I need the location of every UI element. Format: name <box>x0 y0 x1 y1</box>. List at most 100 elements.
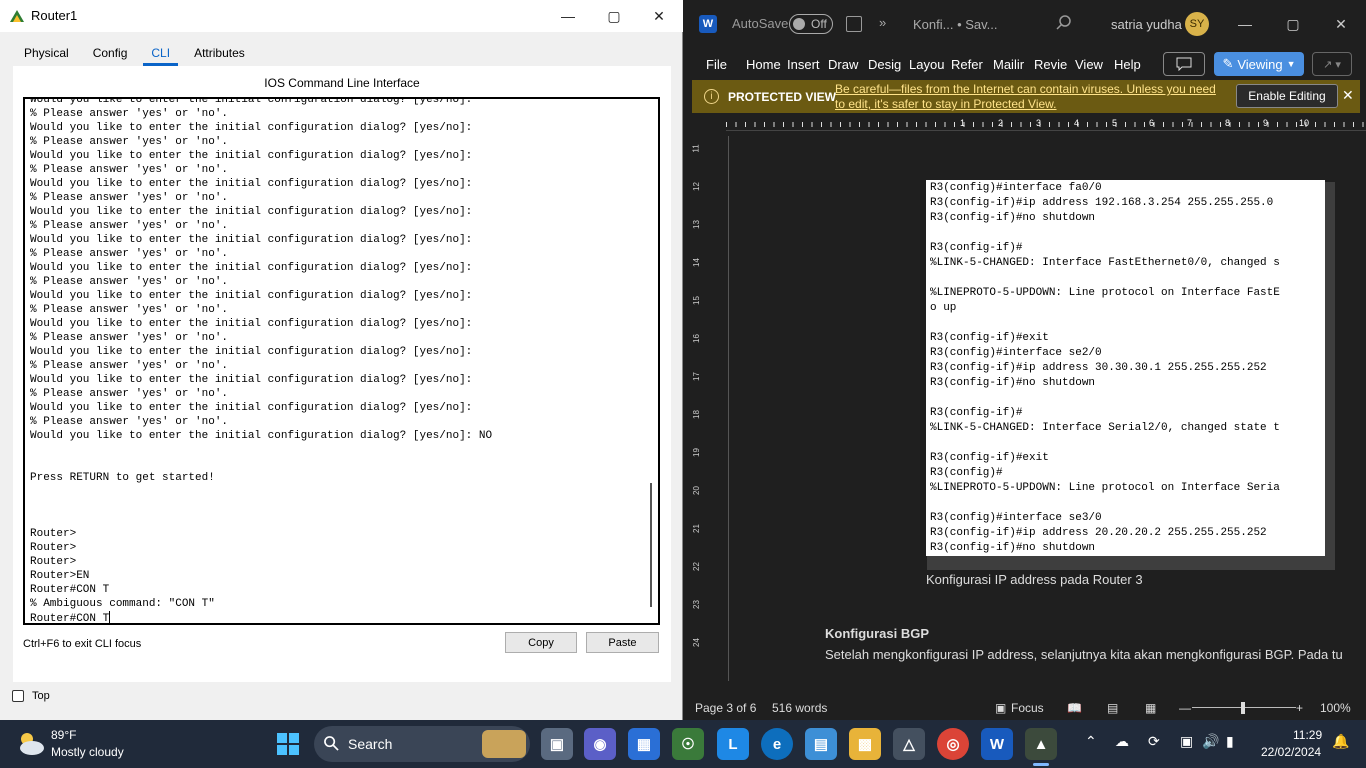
top-checkbox[interactable]: Top <box>12 690 50 702</box>
save-icon[interactable] <box>846 16 862 32</box>
cli-line: Router#CON T <box>30 611 111 625</box>
cli-line: % Please answer 'yes' or 'no'. <box>30 388 229 400</box>
menu-view[interactable]: View <box>1075 57 1103 72</box>
search-icon[interactable] <box>1056 15 1072 31</box>
clock-date[interactable]: 22/02/2024 <box>1261 745 1321 759</box>
menu-layout[interactable]: Layou <box>909 57 944 72</box>
comment-button[interactable] <box>1163 52 1205 76</box>
image-text-line: R3(config-if)#no shutdown <box>930 377 1096 389</box>
menu-home[interactable]: Home <box>746 57 781 72</box>
weather-desc[interactable]: Mostly cloudy <box>51 745 124 759</box>
active-app-indicator <box>1033 763 1049 766</box>
minimize-button[interactable]: — <box>545 0 591 32</box>
more-commands-icon[interactable]: » <box>879 15 886 30</box>
volume-icon[interactable]: 🔊 <box>1202 733 1219 750</box>
display-icon[interactable]: ▣ <box>1180 733 1193 750</box>
notification-bell-icon[interactable]: 🔔 <box>1332 733 1349 750</box>
cli-line: Would you like to enter the initial conf… <box>30 97 473 106</box>
menu-references[interactable]: Refer <box>951 57 983 72</box>
start-icon[interactable] <box>272 728 304 760</box>
taskbar: 89°F Mostly cloudy Search ▣ ◉ ▦ ☉ L e ▤ … <box>0 720 1366 768</box>
web-layout-icon[interactable]: ▦ <box>1145 701 1156 715</box>
word-maximize-button[interactable]: ▢ <box>1270 0 1316 48</box>
3d-box-icon[interactable]: △ <box>893 728 925 760</box>
globe-app-icon[interactable]: ☉ <box>672 728 704 760</box>
vertical-ruler[interactable]: 11 12 13 14 15 16 17 18 19 20 21 22 23 2… <box>690 136 704 681</box>
viewing-mode-button[interactable]: ✎ Viewing ▼ <box>1214 52 1304 76</box>
text-cursor <box>109 611 111 623</box>
cloudy-weather-icon[interactable] <box>16 729 46 757</box>
search-label: Search <box>348 736 393 752</box>
menu-file[interactable]: File <box>706 57 727 72</box>
cloud-icon[interactable]: ☁ <box>1115 733 1129 750</box>
weather-temp[interactable]: 89°F <box>51 728 76 742</box>
tab-physical[interactable]: Physical <box>12 40 81 66</box>
menu-mailings[interactable]: Mailir <box>993 57 1024 72</box>
clock-time[interactable]: 11:29 <box>1293 728 1322 742</box>
horizontal-ruler[interactable]: 1 2 3 4 5 6 7 8 9 10 <box>706 117 1366 131</box>
file-explorer-icon[interactable]: ▩ <box>849 728 881 760</box>
tab-attributes[interactable]: Attributes <box>182 40 257 66</box>
document-title[interactable]: Konfi... • Sav... <box>913 17 998 32</box>
image-text-line <box>930 316 1280 331</box>
checkbox-box[interactable] <box>12 690 24 702</box>
menu-review[interactable]: Revie <box>1034 57 1067 72</box>
zoom-out-icon[interactable]: — <box>1179 701 1191 715</box>
focus-button[interactable]: Focus <box>1011 701 1044 715</box>
vruler-number: 14 <box>691 258 701 267</box>
copy-button[interactable]: Copy <box>505 632 577 653</box>
zoom-in-icon[interactable]: + <box>1296 701 1303 715</box>
battery-icon[interactable]: ▮ <box>1226 733 1234 750</box>
autosave-toggle[interactable]: Off <box>789 14 833 34</box>
page-indicator[interactable]: Page 3 of 6 <box>695 701 756 715</box>
menu-draw[interactable]: Draw <box>828 57 858 72</box>
share-button[interactable]: ↗ ▾ <box>1312 52 1352 76</box>
chevron-up-icon[interactable]: ⌃ <box>1085 733 1097 750</box>
sync-icon[interactable]: ⟳ <box>1148 733 1160 750</box>
menu-design[interactable]: Desig <box>868 57 901 72</box>
cli-line: % Please answer 'yes' or 'no'. <box>30 220 229 232</box>
word-minimize-button[interactable]: — <box>1222 0 1268 48</box>
cli-header: IOS Command Line Interface <box>264 76 420 90</box>
title-bar: Router1 — ▢ ✕ <box>0 0 683 32</box>
control-panel-icon[interactable]: ▤ <box>805 728 837 760</box>
tab-config[interactable]: Config <box>81 40 140 66</box>
teams-icon[interactable]: ◉ <box>584 728 616 760</box>
store-icon[interactable]: ▦ <box>628 728 660 760</box>
cli-scrollbar[interactable] <box>650 483 652 607</box>
task-view-icon[interactable]: ▣ <box>541 728 573 760</box>
cli-line: % Please answer 'yes' or 'no'. <box>30 416 229 428</box>
cli-line: Would you like to enter the initial conf… <box>30 150 473 162</box>
l-app-icon[interactable]: L <box>717 728 749 760</box>
packet-tracer-taskbar-icon[interactable]: ▲ <box>1025 728 1057 760</box>
close-button[interactable]: ✕ <box>636 0 682 32</box>
cli-line: Would you like to enter the initial conf… <box>30 234 473 246</box>
maximize-button[interactable]: ▢ <box>591 0 637 32</box>
tab-cli[interactable]: CLI <box>139 40 182 66</box>
status-bar: Page 3 of 6 516 words ▣ Focus 📖 ▤ ▦ — + … <box>684 696 1366 720</box>
edge-icon[interactable]: e <box>761 728 793 760</box>
chrome-icon[interactable]: ◎ <box>937 728 969 760</box>
cli-output: Would you like to enter the initial conf… <box>30 97 640 625</box>
document-page[interactable]: R3(config)#interface fa0/0 R3(config-if)#… <box>728 136 1348 681</box>
vruler-number: 12 <box>691 182 701 191</box>
zoom-slider-thumb[interactable] <box>1241 702 1245 714</box>
print-layout-icon[interactable]: ▤ <box>1107 701 1118 715</box>
menu-insert[interactable]: Insert <box>787 57 820 72</box>
config-screenshot-image[interactable]: R3(config)#interface fa0/0 R3(config-if)#… <box>926 180 1325 556</box>
read-mode-icon[interactable]: 📖 <box>1067 701 1082 715</box>
cli-console[interactable]: Would you like to enter the initial conf… <box>23 97 660 625</box>
protected-view-message[interactable]: Be careful—files from the Internet can c… <box>835 82 1225 112</box>
word-taskbar-icon[interactable]: W <box>981 728 1013 760</box>
close-icon[interactable]: ✕ <box>1342 87 1354 104</box>
menu-help[interactable]: Help <box>1114 57 1141 72</box>
zoom-level[interactable]: 100% <box>1320 701 1351 715</box>
word-count[interactable]: 516 words <box>772 701 827 715</box>
word-close-button[interactable]: ✕ <box>1318 0 1364 48</box>
window-title: Router1 <box>31 8 78 23</box>
paste-button[interactable]: Paste <box>586 632 659 653</box>
taskbar-search[interactable]: Search <box>314 726 530 762</box>
enable-editing-button[interactable]: Enable Editing <box>1236 84 1338 108</box>
user-avatar[interactable]: SY <box>1185 12 1209 36</box>
cli-line: Would you like to enter the initial conf… <box>30 290 473 302</box>
